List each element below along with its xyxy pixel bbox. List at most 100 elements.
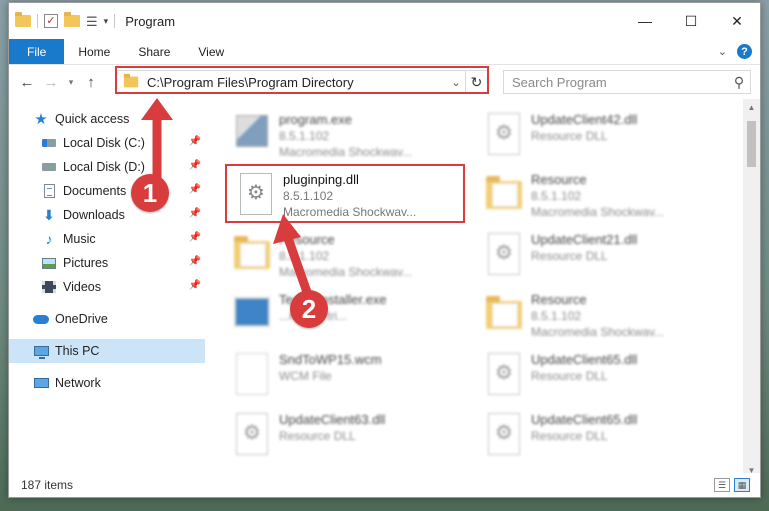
pin-icon[interactable]: 📌 (189, 160, 201, 171)
nav-network[interactable]: Network (9, 371, 205, 395)
address-dropdown-icon[interactable]: ⌄ (447, 76, 465, 89)
file-item[interactable]: Resource 8.5.1.102 Macromedia Shockwav..… (483, 287, 723, 343)
tiles-view-icon[interactable]: ▦ (734, 478, 750, 492)
file-name: program.exe (279, 112, 352, 127)
music-note-icon: ♪ (45, 231, 53, 247)
view-properties-icon[interactable]: ☰ (86, 15, 98, 28)
gear-icon: ⚙ (495, 422, 513, 444)
folder-icon (486, 296, 522, 329)
file-name: Resource (279, 232, 335, 247)
folder-icon (123, 73, 139, 88)
item-count: 187 items (21, 478, 74, 492)
film-icon (42, 281, 56, 293)
drive-icon (42, 139, 56, 147)
pictures-icon (42, 257, 56, 269)
file-item[interactable]: ⚙ UpdateClient65.dll Resource DLL (483, 407, 723, 463)
file-version: 8.5.1.102 (283, 189, 334, 203)
file-description: Resource DLL (279, 429, 356, 443)
nav-item-videos[interactable]: Videos 📌 (9, 275, 205, 299)
refresh-icon[interactable]: ↻ (465, 71, 487, 93)
file-description: Macromedia Shockwav... (531, 325, 665, 339)
gear-icon: ⚙ (247, 182, 265, 204)
file-item[interactable]: ⚙ UpdateClient65.dll Resource DLL (483, 347, 723, 403)
nav-item-local-disk-c[interactable]: Local Disk (C:) 📌 (9, 131, 205, 155)
file-name: UpdateClient63.dll (279, 412, 386, 427)
file-item-pluginping[interactable]: ⚙ pluginping.dll 8.5.1.102 Macromedia Sh… (235, 167, 475, 223)
file-version: 8.5.1.102 (279, 129, 330, 143)
file-item[interactable]: Resource 8.5.1.102 Macromedia Shockwav..… (231, 227, 471, 283)
gear-icon: ⚙ (243, 422, 261, 444)
documents-icon (43, 184, 55, 198)
scroll-up-icon[interactable]: ▲ (743, 99, 760, 116)
file-name: pluginping.dll (283, 172, 359, 187)
folder-icon (234, 236, 270, 269)
expand-ribbon-icon[interactable]: ⌄ (718, 45, 727, 58)
file-description: Macromedia Shockwav... (279, 265, 413, 279)
pin-icon[interactable]: 📌 (189, 136, 201, 147)
vertical-scrollbar[interactable]: ▲ ▼ (743, 99, 760, 479)
details-view-icon[interactable]: ☰ (714, 478, 730, 492)
file-item[interactable]: Resource 8.5.1.102 Macromedia Shockwav..… (483, 167, 723, 223)
close-button[interactable]: ✕ (714, 3, 760, 39)
tab-file[interactable]: File (9, 39, 65, 64)
file-description: Resource DLL (531, 129, 608, 143)
network-icon (33, 378, 49, 388)
file-item[interactable]: ⚙ UpdateClient42.dll Resource DLL (483, 107, 723, 163)
nav-label: Music (63, 232, 96, 246)
tab-home[interactable]: Home (64, 39, 124, 64)
up-arrow-icon[interactable]: ↑ (79, 74, 103, 91)
file-item[interactable]: ⚙ UpdateClient21.dll Resource DLL (483, 227, 723, 283)
tab-share[interactable]: Share (124, 39, 184, 64)
file-item[interactable]: ⚙ UpdateClient63.dll Resource DLL (231, 407, 471, 463)
gear-icon: ⚙ (495, 122, 513, 144)
nav-item-documents[interactable]: Documents 📌 (9, 179, 205, 203)
nav-quick-access[interactable]: ★ Quick access (9, 107, 205, 131)
nav-onedrive[interactable]: OneDrive (9, 307, 205, 331)
address-bar[interactable]: C:\Program Files\Program Directory ⌄ ↻ (116, 70, 488, 94)
step-1-badge: 1 (131, 174, 169, 212)
nav-item-local-disk-d[interactable]: Local Disk (D:) 📌 (9, 155, 205, 179)
search-input[interactable] (504, 72, 728, 92)
file-item[interactable]: SndToWP15.wcm WCM File (231, 347, 471, 403)
tab-view[interactable]: View (184, 39, 238, 64)
file-name: Resource (531, 172, 587, 187)
nav-item-downloads[interactable]: ⬇ Downloads 📌 (9, 203, 205, 227)
pin-icon[interactable]: 📌 (189, 184, 201, 195)
address-path[interactable]: C:\Program Files\Program Directory (147, 75, 447, 90)
search-box[interactable]: ⚲ (503, 70, 751, 94)
window-title: Program (125, 13, 176, 29)
forward-arrow-icon[interactable]: → (39, 74, 63, 91)
gear-icon: ⚙ (495, 242, 513, 264)
file-description: Macromedia Shockwav... (531, 205, 665, 219)
file-item[interactable]: program.exe 8.5.1.102 Macromedia Shockwa… (231, 107, 471, 163)
pin-icon[interactable]: 📌 (189, 208, 201, 219)
nav-label: This PC (55, 344, 100, 358)
gear-icon: ⚙ (495, 362, 513, 384)
nav-label: Network (55, 376, 101, 390)
search-icon: ⚲ (733, 73, 745, 90)
pin-icon[interactable]: 📌 (189, 280, 201, 291)
properties-check-icon[interactable]: ✓ (44, 14, 58, 28)
minimize-button[interactable]: — (622, 3, 668, 39)
back-arrow-icon[interactable]: ← (15, 74, 39, 91)
ribbon-tabs: File Home Share View ⌄ ? (9, 39, 760, 65)
file-description: Resource DLL (531, 369, 608, 383)
file-version: 8.5.1.102 (531, 189, 582, 203)
new-folder-icon[interactable] (64, 12, 80, 27)
explorer-window: ✓ ☰ ▾ Program — ☐ ✕ File Home Share View… (8, 2, 761, 498)
scroll-thumb[interactable] (747, 121, 756, 167)
maximize-button[interactable]: ☐ (668, 3, 714, 39)
recent-locations-icon[interactable]: ▾ (63, 77, 79, 88)
nav-item-music[interactable]: ♪ Music 📌 (9, 227, 205, 251)
pin-icon[interactable]: 📌 (189, 232, 201, 243)
file-item[interactable]: TeamsInstaller.exe ...reader tri... (231, 287, 471, 343)
nav-item-pictures[interactable]: Pictures 📌 (9, 251, 205, 275)
nav-label: Quick access (55, 112, 130, 126)
toolbar-divider (37, 14, 38, 28)
pin-icon[interactable]: 📌 (189, 256, 201, 267)
chevron-down-icon[interactable]: ▾ (104, 16, 109, 26)
nav-this-pc[interactable]: This PC (9, 339, 205, 363)
help-icon[interactable]: ? (737, 44, 752, 59)
exe-file-icon (236, 115, 268, 147)
ribbon-right: ⌄ ? (718, 39, 760, 64)
